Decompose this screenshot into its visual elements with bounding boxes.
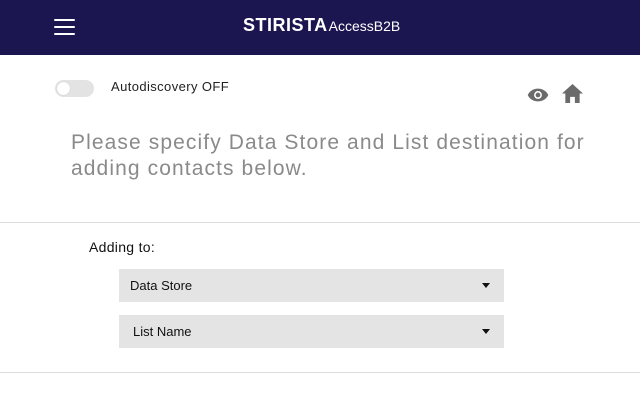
hamburger-menu-icon-bar (54, 19, 75, 21)
list-name-select[interactable]: List Name (119, 315, 504, 348)
section-divider (0, 372, 640, 373)
caret-down-icon (482, 329, 490, 334)
toggle-knob (57, 82, 70, 95)
instruction-text: Please specify Data Store and List desti… (71, 131, 585, 180)
app-header: STIRISTA AccessB2B (0, 0, 640, 55)
section-divider (0, 222, 640, 223)
data-store-select-value: Data Store (130, 278, 193, 293)
hamburger-menu-button[interactable] (54, 18, 76, 36)
hamburger-menu-icon-bar (54, 33, 75, 35)
eye-icon-svg (527, 88, 549, 102)
caret-down-icon (482, 283, 490, 288)
home-icon[interactable] (561, 83, 584, 104)
autodiscovery-label: Autodiscovery OFF (111, 79, 230, 94)
brand-logo: STIRISTA AccessB2B (243, 15, 400, 41)
home-icon-svg (562, 83, 583, 104)
data-store-select[interactable]: Data Store (119, 269, 504, 302)
brand-subtitle: AccessB2B (328, 18, 401, 34)
autodiscovery-toggle[interactable] (55, 80, 94, 97)
eye-icon[interactable] (527, 87, 549, 103)
list-name-select-value: List Name (133, 324, 192, 339)
hamburger-menu-icon-bar (54, 26, 75, 28)
brand-name: STIRISTA (243, 15, 328, 35)
adding-to-label: Adding to: (89, 239, 156, 255)
